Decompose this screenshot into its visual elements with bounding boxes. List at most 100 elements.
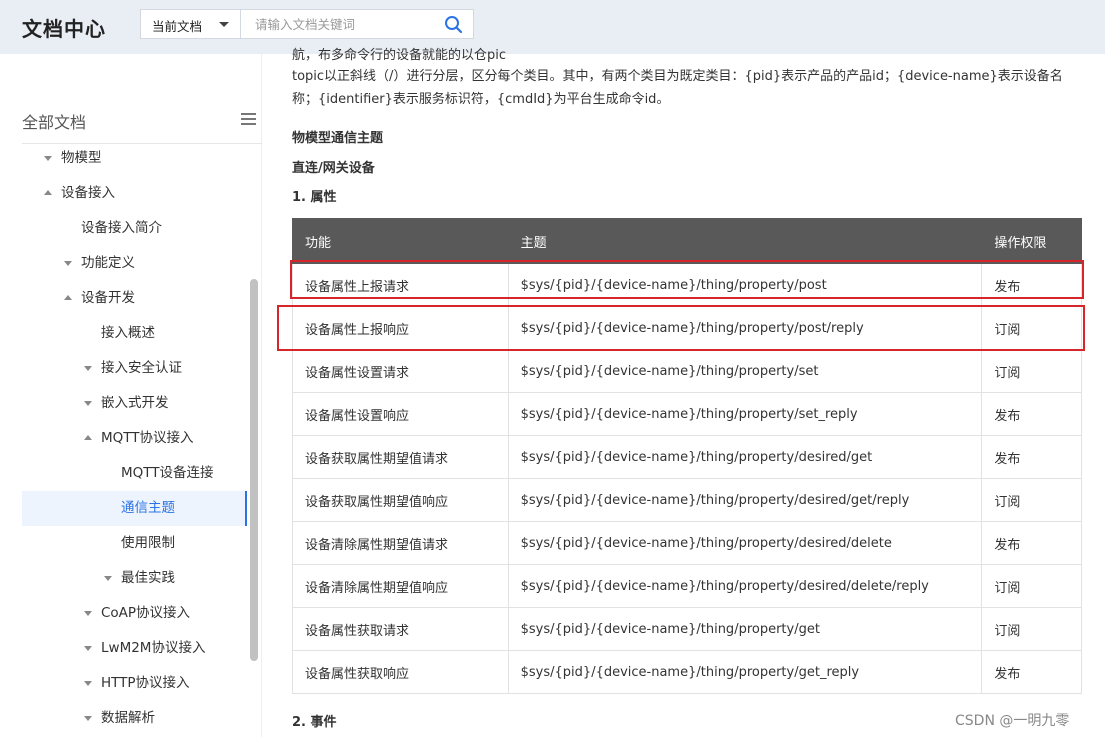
cell-topic: $sys/{pid}/{device-name}/thing/property/… <box>507 263 983 307</box>
column-header-permission: 操作权限 <box>981 218 1082 264</box>
cell-permission: 发布 <box>981 263 1082 307</box>
caret-down-icon <box>219 22 229 27</box>
heading-event: 2. 事件 <box>292 715 337 730</box>
sidebar-item[interactable]: HTTP协议接入 <box>22 666 246 701</box>
menu-icon[interactable] <box>241 113 256 126</box>
table-row: 设备属性获取请求 $sys/{pid}/{device-name}/thing/p… <box>292 607 1082 651</box>
sidebar-item[interactable]: CoAP协议接入 <box>22 596 246 631</box>
cell-permission: 发布 <box>981 521 1082 565</box>
cell-permission: 订阅 <box>981 349 1082 393</box>
table-row: 设备属性上报响应 $sys/{pid}/{device-name}/thing/p… <box>292 306 1082 350</box>
sidebar-item-label: 设备开发 <box>81 290 135 306</box>
table-row: 设备清除属性期望值请求 $sys/{pid}/{device-name}/thin… <box>292 521 1082 565</box>
sidebar-item-label: MQTT设备连接 <box>121 465 214 481</box>
sidebar-item[interactable]: LwM2M协议接入 <box>22 631 246 666</box>
sidebar-item[interactable]: 接入安全认证 <box>22 351 246 386</box>
sidebar-item[interactable]: 通信主题 <box>22 491 247 526</box>
cell-function: 设备属性设置响应 <box>292 392 509 436</box>
sidebar-scrollbar[interactable] <box>250 279 258 661</box>
caret-up-icon[interactable] <box>64 295 72 300</box>
sidebar-item[interactable]: 使用限制 <box>22 526 246 561</box>
sidebar: 全部文档 物模型 设备接入 设备接入简介功能定义设备开发接入概述接入安全认证 嵌入式开… <box>0 54 262 737</box>
sidebar-item-label: CoAP协议接入 <box>101 605 191 621</box>
column-header-function: 功能 <box>292 218 509 264</box>
watermark: CSDN @一明九零 <box>955 713 1070 729</box>
sidebar-item-label: 接入安全认证 <box>101 360 182 376</box>
cell-function: 设备清除属性期望值请求 <box>292 521 509 565</box>
sidebar-item-label: 使用限制 <box>121 535 175 551</box>
caret-down-icon[interactable] <box>84 611 92 616</box>
cell-function: 设备获取属性期望值请求 <box>292 435 509 479</box>
cell-permission: 订阅 <box>981 607 1082 651</box>
cell-topic: $sys/{pid}/{device-name}/thing/property/… <box>507 478 983 522</box>
search-input[interactable] <box>241 10 437 38</box>
sidebar-item[interactable]: MQTT设备连接 <box>22 456 246 491</box>
cell-function: 设备属性上报响应 <box>292 306 509 350</box>
cell-permission: 发布 <box>981 392 1082 436</box>
sidebar-item[interactable]: 数据解析 <box>22 701 246 736</box>
cell-topic: $sys/{pid}/{device-name}/thing/property/… <box>507 607 983 651</box>
table-row: 设备获取属性期望值请求 $sys/{pid}/{device-name}/thin… <box>292 435 1082 479</box>
caret-down-icon[interactable] <box>84 716 92 721</box>
topic-table: 功能 主题 操作权限 设备属性上报请求 $sys/{pid}/{device-na… <box>292 218 1082 694</box>
sidebar-title: 全部文档 <box>22 113 87 132</box>
sidebar-item-label: MQTT协议接入 <box>101 430 194 446</box>
caret-down-icon[interactable] <box>84 366 92 371</box>
caret-up-icon[interactable] <box>44 190 52 195</box>
caret-down-icon[interactable] <box>104 576 112 581</box>
site-logo[interactable]: 文档中心 <box>22 13 106 42</box>
cell-topic: $sys/{pid}/{device-name}/thing/property/… <box>507 521 983 565</box>
scope-select[interactable]: 当前文档 <box>141 10 241 38</box>
sidebar-item-label: 最佳实践 <box>121 570 175 586</box>
cell-permission: 订阅 <box>981 478 1082 522</box>
sidebar-item-label: 接入概述 <box>101 325 155 341</box>
scope-label: 当前文档 <box>152 19 203 34</box>
cell-function: 设备属性上报请求 <box>292 263 509 307</box>
sidebar-item[interactable]: 设备开发 <box>22 281 246 316</box>
clipped-text-line: 航，布多命令行的设备就能的以仓pic <box>292 48 507 63</box>
cell-topic: $sys/{pid}/{device-name}/thing/property/… <box>507 650 983 694</box>
sidebar-item[interactable]: 设备接入简介 <box>22 211 246 246</box>
cell-permission: 发布 <box>981 435 1082 479</box>
sidebar-item[interactable]: 物模型 <box>22 141 246 176</box>
cell-function: 设备属性设置请求 <box>292 349 509 393</box>
cell-permission: 订阅 <box>981 306 1082 350</box>
table-row: 设备属性设置请求 $sys/{pid}/{device-name}/thing/p… <box>292 349 1082 393</box>
caret-down-icon[interactable] <box>84 646 92 651</box>
table-row: 设备属性获取响应 $sys/{pid}/{device-name}/thing/p… <box>292 650 1082 694</box>
caret-down-icon[interactable] <box>84 401 92 406</box>
search-icon[interactable] <box>443 14 465 34</box>
caret-down-icon[interactable] <box>44 156 52 161</box>
caret-down-icon[interactable] <box>64 261 72 266</box>
sidebar-item-label: LwM2M协议接入 <box>101 640 206 656</box>
section-title: 物模型通信主题 <box>292 131 384 146</box>
sidebar-item[interactable]: 接入概述 <box>22 316 246 351</box>
column-header-topic: 主题 <box>507 218 983 264</box>
sidebar-item[interactable]: 功能定义 <box>22 246 246 281</box>
search-box: 当前文档 <box>140 9 474 39</box>
sidebar-item-label: 数据解析 <box>101 710 155 726</box>
caret-up-icon[interactable] <box>84 435 92 440</box>
sidebar-item-label: 功能定义 <box>81 255 135 271</box>
table-row: 设备属性设置响应 $sys/{pid}/{device-name}/thing/p… <box>292 392 1082 436</box>
sidebar-item-label: 嵌入式开发 <box>101 395 169 411</box>
sidebar-item[interactable]: 嵌入式开发 <box>22 386 246 421</box>
cell-topic: $sys/{pid}/{device-name}/thing/property/… <box>507 435 983 479</box>
cell-topic: $sys/{pid}/{device-name}/thing/property/… <box>507 306 983 350</box>
main-content: 航，布多命令行的设备就能的以仓pic topic以正斜线（/）进行分层，区分每个… <box>262 48 1105 737</box>
heading-property: 1. 属性 <box>292 190 337 205</box>
sidebar-item[interactable]: 最佳实践 <box>22 561 246 596</box>
cell-function: 设备清除属性期望值响应 <box>292 564 509 608</box>
sidebar-item[interactable]: 设备接入 <box>22 176 246 211</box>
caret-down-icon[interactable] <box>84 681 92 686</box>
cell-topic: $sys/{pid}/{device-name}/thing/property/… <box>507 392 983 436</box>
table-row: 设备获取属性期望值响应 $sys/{pid}/{device-name}/thin… <box>292 478 1082 522</box>
cell-topic: $sys/{pid}/{device-name}/thing/property/… <box>507 349 983 393</box>
cell-function: 设备属性获取请求 <box>292 607 509 651</box>
cell-topic: $sys/{pid}/{device-name}/thing/property/… <box>507 564 983 608</box>
intro-paragraph: topic以正斜线（/）进行分层，区分每个类目。其中，有两个类目为既定类目：{p… <box>292 69 1063 107</box>
table-row: 设备清除属性期望值响应 $sys/{pid}/{device-name}/thin… <box>292 564 1082 608</box>
sidebar-item[interactable]: MQTT协议接入 <box>22 421 246 456</box>
cell-function: 设备获取属性期望值响应 <box>292 478 509 522</box>
table-header-row: 功能 主题 操作权限 <box>292 218 1082 264</box>
